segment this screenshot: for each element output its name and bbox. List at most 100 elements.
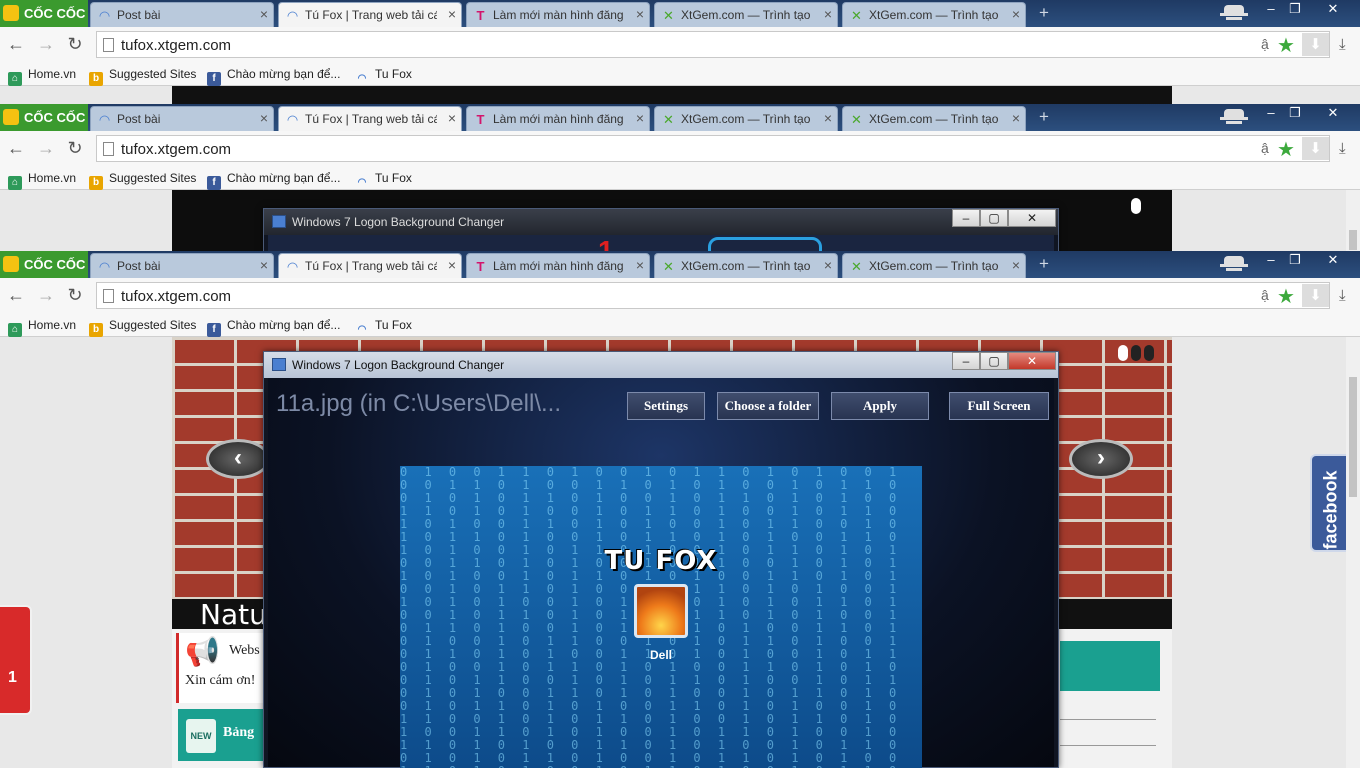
coccoc-logo[interactable]: CỐC CỐC bbox=[0, 0, 88, 27]
facebook-side-tab[interactable]: facebook bbox=[1310, 454, 1346, 552]
translate-icon[interactable]: ậ bbox=[1261, 287, 1269, 303]
forward-icon[interactable]: → bbox=[36, 285, 56, 305]
star-icon[interactable]: ★ bbox=[1277, 137, 1295, 162]
close-tab-icon[interactable]: × bbox=[448, 111, 456, 126]
close-tab-icon[interactable]: × bbox=[824, 7, 832, 22]
close-tab-icon[interactable]: × bbox=[824, 258, 832, 273]
translate-icon[interactable]: ậ bbox=[1261, 36, 1269, 52]
bookmark-home-vn[interactable]: ⌂ Home.vn bbox=[8, 66, 76, 86]
app-minimize-button[interactable]: – bbox=[952, 209, 980, 227]
maximize-button[interactable]: ❐ bbox=[1276, 0, 1314, 20]
bookmark-home-vn[interactable]: ⌂ Home.vn bbox=[8, 317, 76, 337]
close-tab-icon[interactable]: × bbox=[824, 111, 832, 126]
download-arrow-icon[interactable]: ⬇ bbox=[1302, 137, 1329, 160]
slider-dot[interactable] bbox=[1118, 345, 1128, 361]
page-scrollbar[interactable] bbox=[1346, 190, 1360, 251]
close-window-button[interactable]: ✕ bbox=[1314, 0, 1352, 20]
close-tab-icon[interactable]: × bbox=[636, 258, 644, 273]
bookmark-suggested-sites[interactable]: b Suggested Sites bbox=[89, 66, 196, 86]
bookmark-facebook[interactable]: f Chào mừng bạn để... bbox=[207, 170, 340, 190]
coccoc-logo[interactable]: CỐC CỐC bbox=[0, 251, 88, 278]
close-tab-icon[interactable]: × bbox=[448, 258, 456, 273]
app-maximize-button[interactable]: ▢ bbox=[980, 352, 1008, 370]
new-tab-button[interactable]: + bbox=[1035, 255, 1053, 272]
settings-button[interactable]: Settings bbox=[627, 392, 705, 420]
tab-lam-moi[interactable]: T Làm mới màn hình đăng n × bbox=[466, 106, 650, 131]
reload-icon[interactable]: ↻ bbox=[65, 138, 85, 158]
download-arrow-icon[interactable]: ⬇ bbox=[1302, 284, 1329, 307]
reload-icon[interactable]: ↻ bbox=[65, 285, 85, 305]
bookmark-facebook[interactable]: f Chào mừng bạn để... bbox=[207, 317, 340, 337]
apply-button[interactable]: Apply bbox=[831, 392, 929, 420]
tab-tu-fox[interactable]: ◠ Tú Fox | Trang web tải các × bbox=[278, 106, 462, 131]
close-tab-icon[interactable]: × bbox=[1012, 111, 1020, 126]
app-minimize-button[interactable]: – bbox=[952, 352, 980, 370]
tab-tu-fox[interactable]: ◠ Tú Fox | Trang web tải các × bbox=[278, 2, 462, 27]
maximize-button[interactable]: ❐ bbox=[1276, 251, 1314, 271]
close-tab-icon[interactable]: × bbox=[636, 111, 644, 126]
close-tab-icon[interactable]: × bbox=[636, 7, 644, 22]
slider-prev-button[interactable]: ‹ bbox=[206, 439, 270, 479]
translate-icon[interactable]: ậ bbox=[1261, 140, 1269, 156]
back-icon[interactable]: ← bbox=[6, 285, 26, 305]
bookmark-home-vn[interactable]: ⌂ Home.vn bbox=[8, 170, 76, 190]
back-icon[interactable]: ← bbox=[6, 34, 26, 54]
tab-xtgem-1[interactable]: ✕ XtGem.com — Trình tạo w × bbox=[654, 253, 838, 278]
close-tab-icon[interactable]: × bbox=[260, 258, 268, 273]
address-bar[interactable]: tufox.xtgem.com ậ ★ ⬇ bbox=[96, 282, 1330, 309]
download-icon[interactable]: ⤓ bbox=[1339, 36, 1346, 53]
close-tab-icon[interactable]: × bbox=[448, 7, 456, 22]
bookmark-tu-fox[interactable]: ◠ Tu Fox bbox=[355, 317, 412, 335]
close-tab-icon[interactable]: × bbox=[1012, 258, 1020, 273]
new-tab-button[interactable]: + bbox=[1035, 4, 1053, 21]
close-tab-icon[interactable]: × bbox=[260, 111, 268, 126]
download-icon[interactable]: ⤓ bbox=[1339, 140, 1346, 157]
reload-icon[interactable]: ↻ bbox=[65, 34, 85, 54]
tab-xtgem-1[interactable]: ✕ XtGem.com — Trình tạo w × bbox=[654, 2, 838, 27]
slider-dot[interactable] bbox=[1131, 345, 1141, 361]
address-bar[interactable]: tufox.xtgem.com ậ ★ ⬇ bbox=[96, 135, 1330, 162]
bookmarks-bar: ⌂ Home.vn b Suggested Sites f Chào mừng bạn… bbox=[0, 62, 1360, 86]
tab-post-bai[interactable]: ◠ Post bài × bbox=[90, 253, 274, 278]
coccoc-logo[interactable]: CỐC CỐC bbox=[0, 104, 88, 131]
app-maximize-button[interactable]: ▢ bbox=[980, 209, 1008, 227]
bookmark-suggested-sites[interactable]: b Suggested Sites bbox=[89, 317, 196, 337]
app-close-button[interactable]: ✕ bbox=[1008, 352, 1056, 370]
close-tab-icon[interactable]: × bbox=[260, 7, 268, 22]
tab-tu-fox[interactable]: ◠ Tú Fox | Trang web tải các × bbox=[278, 253, 462, 278]
new-tab-button[interactable]: + bbox=[1035, 108, 1053, 125]
bookmark-facebook[interactable]: f Chào mừng bạn để... bbox=[207, 66, 340, 86]
tab-post-bai[interactable]: ◠ Post bài × bbox=[90, 2, 274, 27]
star-icon[interactable]: ★ bbox=[1277, 33, 1295, 58]
address-bar[interactable]: tufox.xtgem.com ậ ★ ⬇ bbox=[96, 31, 1330, 58]
bookmark-tu-fox[interactable]: ◠ Tu Fox bbox=[355, 66, 412, 84]
tab-xtgem-2[interactable]: ✕ XtGem.com — Trình tạo w × bbox=[842, 106, 1026, 131]
download-arrow-icon[interactable]: ⬇ bbox=[1302, 33, 1329, 56]
download-icon[interactable]: ⤓ bbox=[1339, 287, 1346, 304]
tab-xtgem-1[interactable]: ✕ XtGem.com — Trình tạo w × bbox=[654, 106, 838, 131]
red-side-tab[interactable]: 1 bbox=[0, 605, 32, 715]
back-icon[interactable]: ← bbox=[6, 138, 26, 158]
bookmark-tu-fox[interactable]: ◠ Tu Fox bbox=[355, 170, 412, 188]
full-screen-button[interactable]: Full Screen bbox=[949, 392, 1049, 420]
star-icon[interactable]: ★ bbox=[1277, 284, 1295, 309]
forward-icon[interactable]: → bbox=[36, 34, 56, 54]
tab-title: Làm mới màn hình đăng n bbox=[493, 259, 625, 273]
slider-dot[interactable] bbox=[1144, 345, 1154, 361]
app-close-button[interactable]: ✕ bbox=[1008, 209, 1056, 227]
bookmark-suggested-sites[interactable]: b Suggested Sites bbox=[89, 170, 196, 190]
page-scrollbar[interactable] bbox=[1346, 337, 1360, 768]
close-tab-icon[interactable]: × bbox=[1012, 7, 1020, 22]
tab-lam-moi[interactable]: T Làm mới màn hình đăng n × bbox=[466, 2, 650, 27]
tab-xtgem-2[interactable]: ✕ XtGem.com — Trình tạo w × bbox=[842, 2, 1026, 27]
slider-next-button[interactable]: › bbox=[1069, 439, 1133, 479]
close-window-button[interactable]: ✕ bbox=[1314, 104, 1352, 124]
choose-folder-button[interactable]: Choose a folder bbox=[717, 392, 819, 420]
tab-xtgem-2[interactable]: ✕ XtGem.com — Trình tạo w × bbox=[842, 253, 1026, 278]
close-window-button[interactable]: ✕ bbox=[1314, 251, 1352, 271]
slider-dot[interactable] bbox=[1131, 198, 1141, 214]
tab-post-bai[interactable]: ◠ Post bài × bbox=[90, 106, 274, 131]
maximize-button[interactable]: ❐ bbox=[1276, 104, 1314, 124]
forward-icon[interactable]: → bbox=[36, 138, 56, 158]
tab-lam-moi[interactable]: T Làm mới màn hình đăng n × bbox=[466, 253, 650, 278]
